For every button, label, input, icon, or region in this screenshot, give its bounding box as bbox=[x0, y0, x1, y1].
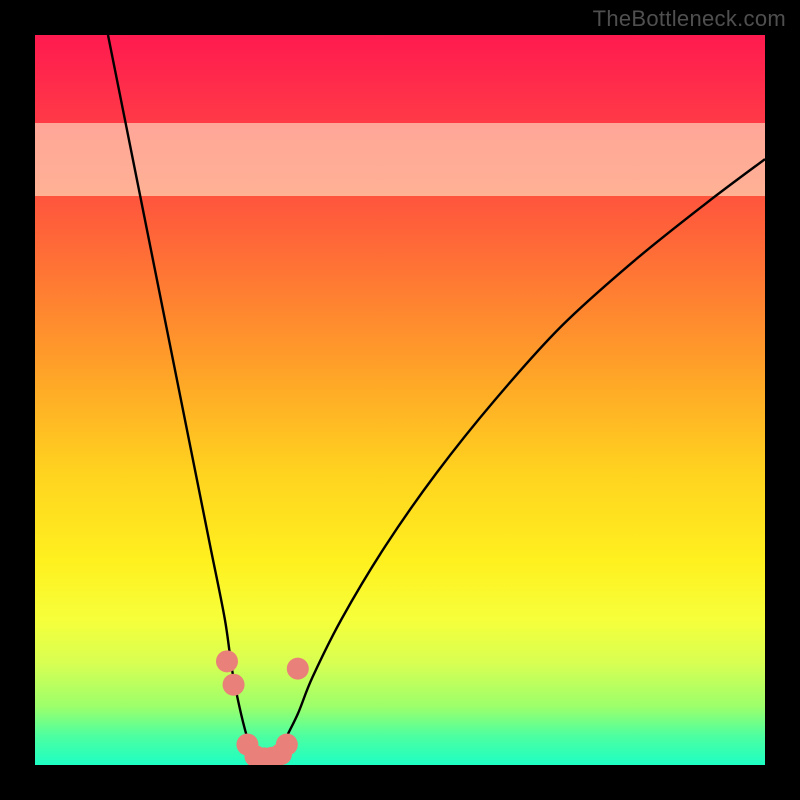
marker-dot bbox=[276, 734, 298, 756]
marker-dot bbox=[223, 674, 245, 696]
marker-group bbox=[216, 650, 309, 765]
curve-layer bbox=[35, 35, 765, 765]
marker-dot bbox=[216, 650, 238, 672]
watermark-text: TheBottleneck.com bbox=[593, 6, 786, 32]
marker-dot bbox=[287, 658, 309, 680]
chart-frame: TheBottleneck.com bbox=[0, 0, 800, 800]
plot-area bbox=[35, 35, 765, 765]
bottleneck-curve bbox=[108, 35, 765, 765]
